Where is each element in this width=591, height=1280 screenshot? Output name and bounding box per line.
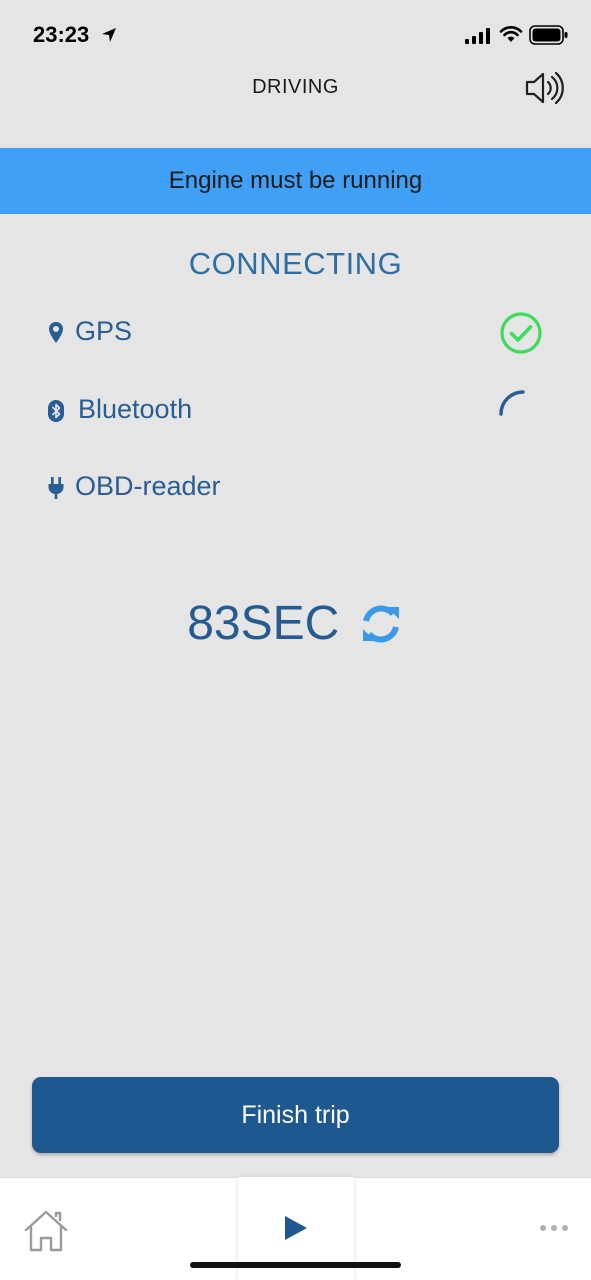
connection-label-bluetooth: Bluetooth xyxy=(78,394,193,424)
engine-warning-banner: Engine must be running xyxy=(0,148,591,214)
connection-item-bluetooth: Bluetooth xyxy=(0,386,591,436)
more-icon xyxy=(540,1225,568,1231)
wifi-icon xyxy=(499,26,523,42)
connection-item-obd-reader: OBD-reader xyxy=(0,463,591,513)
bluetooth-icon xyxy=(48,400,64,422)
connection-item-gps: GPS xyxy=(0,308,591,358)
play-icon xyxy=(285,1216,307,1240)
cellular-signal-icon xyxy=(465,28,490,44)
tab-home[interactable] xyxy=(22,1208,70,1254)
check-circle-icon xyxy=(500,312,542,354)
countdown-timer: 83SEC xyxy=(0,596,591,651)
finish-trip-button[interactable]: Finish trip xyxy=(32,1077,559,1153)
page-title: DRIVING xyxy=(252,76,339,98)
plug-icon xyxy=(48,477,64,499)
tab-more[interactable] xyxy=(538,1218,572,1238)
loading-spinner-icon xyxy=(499,390,525,416)
banner-text: Engine must be running xyxy=(168,167,423,194)
app-screen: 23:23 DRIVING Engine must be running CON… xyxy=(0,0,591,1280)
connection-label-gps: GPS xyxy=(75,316,133,346)
timer-text: 83SEC xyxy=(187,597,340,650)
location-arrow-icon xyxy=(102,28,116,42)
speaker-icon xyxy=(525,71,564,105)
status-time: 23:23 xyxy=(33,22,90,47)
finish-trip-label: Finish trip xyxy=(241,1100,350,1129)
sound-toggle-button[interactable] xyxy=(522,68,566,108)
battery-icon xyxy=(529,25,568,45)
refresh-icon[interactable] xyxy=(358,601,404,647)
map-pin-icon xyxy=(49,322,63,343)
home-indicator[interactable] xyxy=(190,1262,401,1268)
status-bar: 23:23 xyxy=(0,0,591,70)
connecting-title: CONNECTING xyxy=(188,246,403,281)
connection-label-obd-reader: OBD-reader xyxy=(75,471,221,501)
home-icon xyxy=(24,1210,68,1252)
